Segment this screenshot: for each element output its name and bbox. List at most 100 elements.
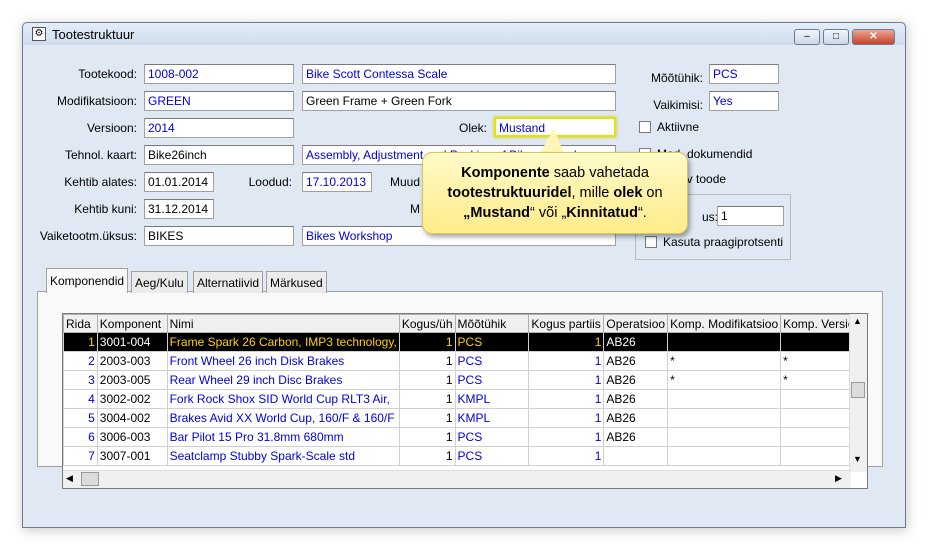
table-row[interactable]: 5 3004-002 Brakes Avid XX World Cup, 160/F… [63, 408, 867, 428]
modifikatsioon-field[interactable]: GREEN [144, 91, 294, 111]
kehtib-alates-field[interactable]: 01.01.2014 [144, 172, 214, 192]
tab-komponendid[interactable]: Komponendid [46, 268, 129, 293]
table-cell[interactable]: PCS [454, 427, 530, 447]
tab-alternatiivid[interactable]: Alternatiivid [193, 271, 264, 293]
column-header[interactable]: Rida [63, 314, 98, 333]
scroll-right-icon[interactable]: ▶ [835, 473, 842, 484]
table-cell[interactable]: 3007-001 [96, 446, 168, 466]
table-row[interactable]: 7 3007-001 Seatclamp Stubby Spark-Scale st… [63, 446, 867, 466]
table-cell[interactable]: AB26 [603, 427, 669, 447]
table-cell[interactable] [603, 446, 669, 466]
table-cell[interactable]: Front Wheel 26 inch Disk Brakes [166, 351, 400, 371]
table-cell[interactable]: Frame Spark 26 Carbon, IMP3 technology, [166, 332, 400, 352]
tehnol-field[interactable]: Bike26inch [144, 145, 294, 165]
tootekood-field[interactable]: 1008-002 [144, 64, 294, 84]
vaiketootm-field[interactable]: BIKES [144, 226, 294, 246]
column-header[interactable]: Kogus/üh [398, 314, 456, 333]
table-cell[interactable]: 1 [398, 389, 456, 409]
table-cell[interactable]: 1 [398, 370, 456, 390]
versioon-field[interactable]: 2014 [144, 118, 294, 138]
scroll-left-icon[interactable]: ◀ [66, 473, 73, 484]
table-cell[interactable]: AB26 [603, 389, 669, 409]
table-row[interactable]: 1 3001-004 Frame Spark 26 Carbon, IMP3 tec… [63, 332, 867, 352]
scroll-down-icon[interactable]: ▼ [853, 454, 862, 464]
table-row[interactable]: 6 3006-003 Bar Pilot 15 Pro 31.8mm 680mm 1 P… [63, 427, 867, 447]
tab-aeg-kulu[interactable]: Aeg/Kulu [131, 271, 188, 293]
table-cell[interactable]: PCS [454, 351, 530, 371]
column-header[interactable]: Operatsioo [603, 314, 669, 333]
vertical-scroll-thumb[interactable] [851, 382, 865, 398]
scroll-up-icon[interactable]: ▲ [853, 316, 862, 326]
table-cell[interactable] [667, 389, 782, 409]
table-cell[interactable]: * [667, 351, 782, 371]
table-cell[interactable]: 1 [528, 389, 605, 409]
table-cell[interactable]: 1 [398, 408, 456, 428]
table-cell[interactable]: 1 [528, 370, 605, 390]
table-cell[interactable]: Brakes Avid XX World Cup, 160/F & 160/F [166, 408, 400, 428]
table-cell[interactable]: 1 [528, 408, 605, 428]
table-cell[interactable]: 1 [398, 427, 456, 447]
table-row[interactable]: 3 2003-005 Rear Wheel 29 inch Disc Brakes 1… [63, 370, 867, 390]
table-cell[interactable]: KMPL [454, 389, 530, 409]
tootekood-name-field[interactable]: Bike Scott Contessa Scale [302, 64, 616, 84]
table-cell[interactable]: 3002-002 [96, 389, 168, 409]
table-cell[interactable]: AB26 [603, 332, 669, 352]
us-field[interactable]: 1 [717, 206, 784, 226]
table-cell[interactable]: 2003-005 [96, 370, 168, 390]
vaikimisi-field[interactable]: Yes [709, 91, 779, 111]
table-cell[interactable]: 1 [528, 446, 605, 466]
column-header[interactable]: Komponent [96, 314, 168, 333]
table-cell[interactable]: 3 [63, 370, 98, 390]
table-row[interactable]: 4 3002-002 Fork Rock Shox SID World Cup RL… [63, 389, 867, 409]
column-header[interactable]: Kogus partiis [528, 314, 605, 333]
table-cell[interactable]: 1 [528, 427, 605, 447]
vertical-scrollbar[interactable]: ▲ ▼ [849, 314, 867, 472]
table-cell[interactable]: 1 [528, 351, 605, 371]
table-cell[interactable]: PCS [454, 370, 530, 390]
table-cell[interactable]: Rear Wheel 29 inch Disc Brakes [166, 370, 400, 390]
table-cell[interactable] [667, 446, 782, 466]
minimize-button[interactable]: – [794, 29, 820, 45]
maximize-button[interactable]: □ [823, 29, 849, 45]
table-cell[interactable]: 3006-003 [96, 427, 168, 447]
modifikatsioon-name-field[interactable]: Green Frame + Green Fork [302, 91, 616, 111]
column-header[interactable]: Komp. Modifikatsioo [667, 314, 782, 333]
kehtib-kuni-field[interactable]: 31.12.2014 [144, 199, 214, 219]
table-cell[interactable]: AB26 [603, 370, 669, 390]
table-cell[interactable]: 6 [63, 427, 98, 447]
table-cell[interactable]: KMPL [454, 408, 530, 428]
table-cell[interactable]: PCS [454, 446, 530, 466]
table-cell[interactable]: AB26 [603, 351, 669, 371]
table-cell[interactable]: 3004-002 [96, 408, 168, 428]
table-cell[interactable]: 2 [63, 351, 98, 371]
table-cell[interactable] [667, 332, 782, 352]
horizontal-scrollbar[interactable]: ◀ ▶ [63, 470, 851, 488]
horizontal-scroll-thumb[interactable] [81, 472, 99, 486]
table-cell[interactable]: 3001-004 [96, 332, 168, 352]
table-cell[interactable] [667, 408, 782, 428]
table-cell[interactable]: 5 [63, 408, 98, 428]
table-row[interactable]: 2 2003-003 Front Wheel 26 inch Disk Brakes… [63, 351, 867, 371]
table-cell[interactable]: 1 [528, 332, 605, 352]
table-cell[interactable]: 1 [398, 351, 456, 371]
aktiivne-checkbox[interactable] [639, 121, 651, 133]
table-cell[interactable]: 2003-003 [96, 351, 168, 371]
table-cell[interactable]: 4 [63, 389, 98, 409]
column-header[interactable]: Nimi [166, 314, 400, 333]
table-cell[interactable]: 1 [398, 332, 456, 352]
tab-markused[interactable]: Märkused [266, 271, 327, 293]
table-cell[interactable]: 7 [63, 446, 98, 466]
table-cell[interactable]: * [667, 370, 782, 390]
column-header[interactable]: Mõõtühik [454, 314, 530, 333]
praagi-checkbox[interactable] [645, 236, 657, 248]
table-cell[interactable]: AB26 [603, 408, 669, 428]
table-cell[interactable]: Bar Pilot 15 Pro 31.8mm 680mm [166, 427, 400, 447]
table-cell[interactable]: 1 [63, 332, 98, 352]
mootuhik-field[interactable]: PCS [709, 64, 779, 84]
table-cell[interactable]: PCS [454, 332, 530, 352]
loodud-field[interactable]: 17.10.2013 [302, 172, 372, 192]
table-cell[interactable] [667, 427, 782, 447]
table-cell[interactable]: Fork Rock Shox SID World Cup RLT3 Air, [166, 389, 400, 409]
table-cell[interactable]: 1 [398, 446, 456, 466]
close-button[interactable]: ✕ [852, 29, 895, 45]
